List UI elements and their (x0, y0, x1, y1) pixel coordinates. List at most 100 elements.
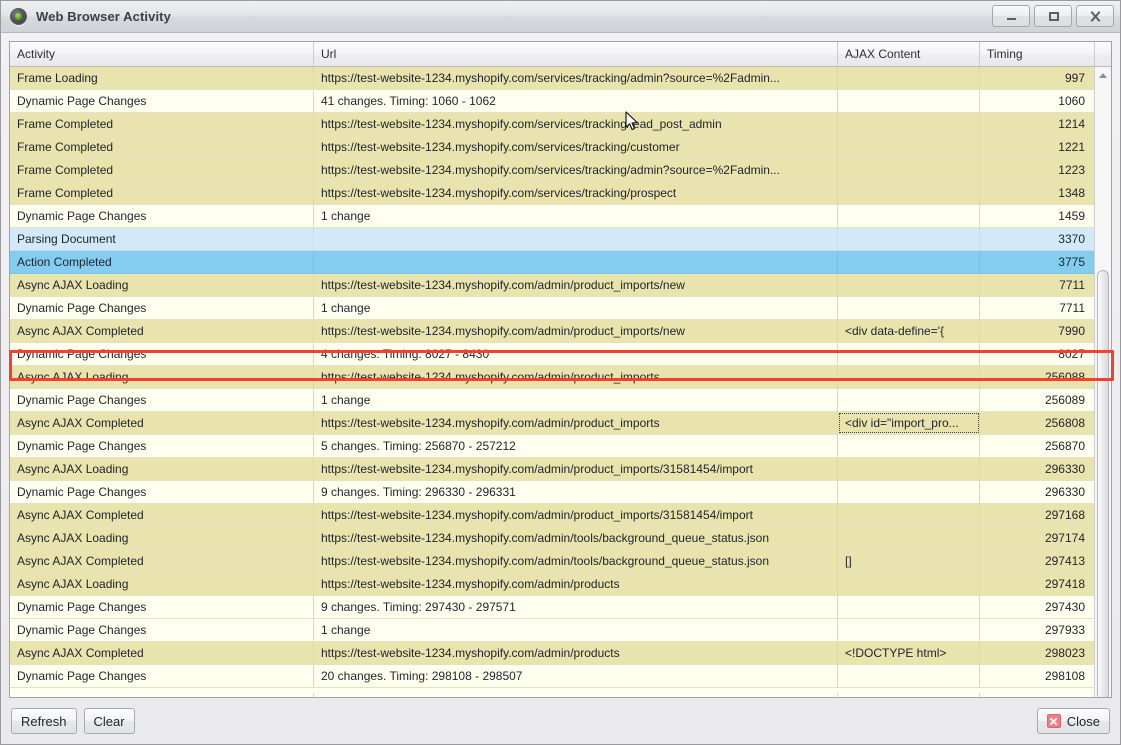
cell-ajax-content: <div id="import_pro... (838, 412, 980, 434)
cell-activity: Frame Completed (10, 113, 314, 135)
refresh-button[interactable]: Refresh (11, 708, 77, 734)
column-header-timing[interactable]: Timing (980, 42, 1095, 66)
cell-ajax-content (838, 504, 980, 526)
cell-timing: 3775 (980, 251, 1095, 273)
table-row[interactable]: Dynamic Page Changes9 changes. Timing: 2… (10, 481, 1111, 504)
table-row[interactable]: Frame Completedhttps://test-website-1234… (10, 159, 1111, 182)
table-row[interactable]: Async AJAX Completedhttps://test-website… (10, 642, 1111, 665)
cell-activity: Dynamic Page Changes (10, 665, 314, 687)
table-row[interactable]: Async AJAX Completedhttps://test-website… (10, 504, 1111, 527)
table-row[interactable]: Dynamic Page Changes1 change7711 (10, 297, 1111, 320)
close-button[interactable]: Close (1037, 708, 1110, 734)
cell-ajax-content (838, 159, 980, 181)
cell-url: https://test-website-1234.myshopify.com/… (314, 113, 838, 135)
cell-url (314, 251, 838, 273)
table-row[interactable]: Dynamic Page Changes1 change297933 (10, 619, 1111, 642)
cell-url: 20 changes. Timing: 298108 - 298507 (314, 665, 838, 687)
cell-url: 9 changes. Timing: 297430 - 297571 (314, 596, 838, 618)
cell-activity: Frame Loading (10, 67, 314, 89)
minimize-button[interactable] (992, 5, 1030, 27)
cell-timing: 298023 (980, 642, 1095, 664)
cell-url: 1 change (314, 297, 838, 319)
table-row[interactable]: Async AJAX Loadinghttps://test-website-1… (10, 274, 1111, 297)
cell-timing: 297174 (980, 527, 1095, 549)
scroll-up-button[interactable] (1095, 67, 1111, 84)
cell-activity: Async AJAX Completed (10, 320, 314, 342)
cell-url: https://test-website-1234.myshopify.com/… (314, 642, 838, 664)
cell-timing: 256089 (980, 389, 1095, 411)
cell-activity: Frame Completed (10, 159, 314, 181)
column-header-activity[interactable]: Activity (10, 42, 314, 66)
column-header-url[interactable]: Url (314, 42, 838, 66)
table-row[interactable]: Frame Loadinghttps://test-website-1234.m… (10, 67, 1111, 90)
cell-activity: Dynamic Page Changes (10, 596, 314, 618)
table-row[interactable]: Action Completed 3775 (10, 251, 1111, 274)
table-row[interactable]: Parsing Document3370 (10, 228, 1111, 251)
table-row[interactable]: Dynamic Page Changes4 changes. Timing: 8… (10, 343, 1111, 366)
cell-timing: 1214 (980, 113, 1095, 135)
vertical-scrollbar[interactable] (1094, 67, 1111, 697)
scrollbar-track[interactable] (1095, 84, 1111, 680)
cell-ajax-content (838, 458, 980, 480)
cell-timing: 997 (980, 67, 1095, 89)
table-row[interactable]: Dynamic Page Changes1 change1459 (10, 205, 1111, 228)
browser-globe-icon (10, 8, 27, 25)
cell-activity: Async AJAX Loading (10, 458, 314, 480)
table-row[interactable]: Frame Completedhttps://test-website-1234… (10, 182, 1111, 205)
table-row[interactable]: Async AJAX Loadinghttps://test-website-1… (10, 527, 1111, 550)
table-row[interactable]: Dynamic Page Changes5 changes. Timing: 2… (10, 435, 1111, 458)
cell-url: https://test-website-1234.myshopify.com/… (314, 159, 838, 181)
cell-timing: 298108 (980, 665, 1095, 687)
close-window-button[interactable] (1076, 5, 1114, 27)
table-row[interactable]: Async AJAX Loadinghttps://test-website-1… (10, 366, 1111, 389)
clear-button[interactable]: Clear (84, 708, 135, 734)
cell-url: https://test-website-1234.myshopify.com/… (314, 274, 838, 296)
scrollbar-thumb[interactable] (1097, 270, 1109, 698)
table-row[interactable]: Dynamic Page Changes41 changes. Timing: … (10, 90, 1111, 113)
cell-timing: 297413 (980, 550, 1095, 572)
table-row[interactable]: Async AJAX Loadinghttps://test-website-1… (10, 573, 1111, 596)
cell-timing: 7711 (980, 297, 1095, 319)
cell-ajax-content: <div data-define='{ (838, 320, 980, 342)
window-controls (992, 5, 1114, 27)
cell-url: https://test-website-1234.myshopify.com/… (314, 504, 838, 526)
cell-activity: Dynamic Page Changes (10, 205, 314, 227)
cell-url (314, 228, 838, 250)
table-body: Frame Loading https://test-website-1234.m… (10, 67, 1111, 697)
table-row[interactable]: Async AJAX Completedhttps://test-website… (10, 550, 1111, 573)
cell-activity: Dynamic Page Changes (10, 481, 314, 503)
cell-activity: Async AJAX Completed (10, 550, 314, 572)
cell-timing: 297430 (980, 596, 1095, 618)
cell-ajax-content (838, 274, 980, 296)
table-rows: Frame Loading https://test-website-1234.m… (10, 67, 1111, 693)
table-row[interactable]: Async AJAX Completedhttps://test-website… (10, 320, 1111, 343)
cell-activity: Async AJAX Loading (10, 366, 314, 388)
cell-url: https://test-website-1234.myshopify.com/… (314, 458, 838, 480)
cell-url: https://test-website-1234.myshopify.com/… (314, 573, 838, 595)
cell-timing: 297933 (980, 619, 1095, 641)
cell-ajax-content (838, 297, 980, 319)
maximize-button[interactable] (1034, 5, 1072, 27)
cell-activity: Async AJAX Loading (10, 573, 314, 595)
cell-ajax-content: <!DOCTYPE html> (838, 642, 980, 664)
table-row[interactable]: Frame Completedhttps://test-website-1234… (10, 136, 1111, 159)
cell-ajax-content (838, 389, 980, 411)
table-row[interactable]: Async AJAX Completedhttps://test-website… (10, 412, 1111, 435)
table-row[interactable]: Async AJAX Loadinghttps://test-website-1… (10, 458, 1111, 481)
table-row[interactable]: Frame Completedhttps://test-website-1234… (10, 113, 1111, 136)
cell-activity: Dynamic Page Changes (10, 389, 314, 411)
cell-timing: 1348 (980, 182, 1095, 204)
table-row[interactable]: Dynamic Page Changes1 change256089 (10, 389, 1111, 412)
table-row[interactable]: Dynamic Page Changes20 changes. Timing: … (10, 665, 1111, 688)
cell-activity: Async AJAX Completed (10, 642, 314, 664)
cell-timing: 256088 (980, 366, 1095, 388)
cell-url: 1 change (314, 619, 838, 641)
table-row[interactable]: Dynamic Page Changes9 changes. Timing: 2… (10, 596, 1111, 619)
cell-activity: Action Completed (10, 251, 314, 273)
cell-activity: Dynamic Page Changes (10, 343, 314, 365)
cell-activity: Frame Completed (10, 182, 314, 204)
cell-timing: 256808 (980, 412, 1095, 434)
column-header-ajax-content[interactable]: AJAX Content (838, 42, 980, 66)
cell-activity: Dynamic Page Changes (10, 435, 314, 457)
cell-ajax-content (838, 366, 980, 388)
